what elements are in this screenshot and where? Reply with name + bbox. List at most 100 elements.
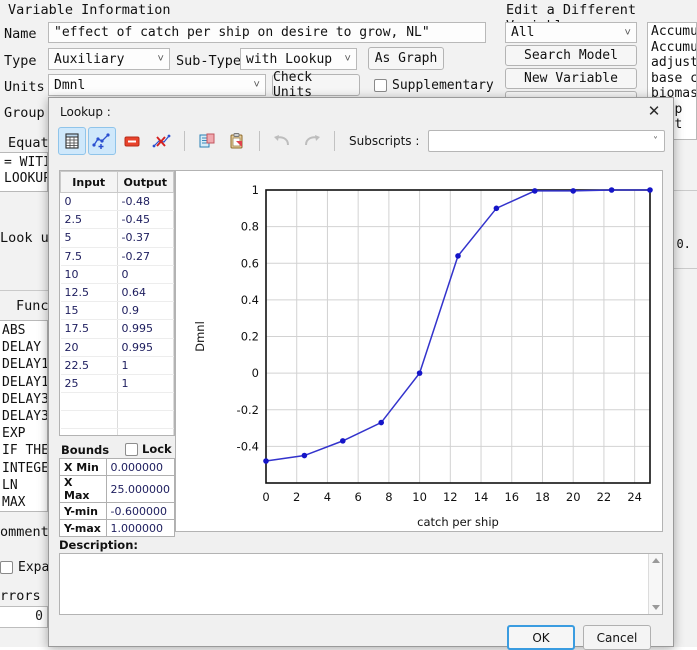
data-point[interactable]	[340, 438, 346, 444]
output-cell[interactable]	[117, 393, 174, 411]
bounds-value[interactable]: 25.000000	[106, 476, 175, 503]
input-cell[interactable]: 15	[61, 302, 118, 320]
ok-button[interactable]: OK	[507, 625, 575, 650]
table-row[interactable]: 251	[61, 374, 174, 392]
output-cell[interactable]	[117, 429, 174, 436]
bounds-row[interactable]: X Max25.000000	[60, 476, 175, 503]
input-cell[interactable]: 10	[61, 265, 118, 283]
clear-points-button[interactable]	[148, 127, 176, 155]
lock-checkbox[interactable]: Lock	[125, 442, 172, 456]
variable-list-item[interactable]: Accumul	[651, 24, 693, 40]
bounds-value[interactable]: 1.000000	[106, 520, 175, 537]
table-row[interactable]: 7.5-0.27	[61, 247, 174, 265]
input-cell[interactable]	[61, 411, 118, 429]
functions-list[interactable]: ABSDELAYDELAY1DELAY1IDELAY3DELAY3IEXPIF …	[0, 320, 48, 512]
output-cell[interactable]: -0.37	[117, 229, 174, 247]
name-field[interactable]: "effect of catch per ship on desire to g…	[48, 22, 486, 43]
new-variable-button[interactable]: New Variable	[505, 68, 637, 89]
graph-view-button[interactable]	[88, 127, 116, 155]
table-row-empty[interactable]	[61, 393, 174, 411]
data-point[interactable]	[417, 370, 423, 376]
bounds-value[interactable]: 0.000000	[106, 459, 175, 476]
table-row-empty[interactable]	[61, 411, 174, 429]
output-cell[interactable]: 0.64	[117, 283, 174, 301]
function-list-item[interactable]: LN	[2, 477, 45, 494]
data-point[interactable]	[609, 187, 615, 193]
cancel-button[interactable]: Cancel	[583, 625, 651, 650]
table-row[interactable]: 22.51	[61, 356, 174, 374]
table-row[interactable]: 200.995	[61, 338, 174, 356]
supplementary-checkbox[interactable]: Supplementary	[374, 78, 494, 93]
input-cell[interactable]: 25	[61, 374, 118, 392]
search-model-button[interactable]: Search Model	[505, 45, 637, 66]
variable-filter-select[interactable]: All ˅	[505, 22, 637, 43]
data-point[interactable]	[494, 206, 500, 212]
lookup-chart[interactable]: -0.4-0.200.20.40.60.81024681012141618202…	[175, 170, 663, 532]
table-row[interactable]: 0-0.48	[61, 193, 174, 211]
input-cell[interactable]: 5	[61, 229, 118, 247]
function-list-item[interactable]: DELAY3	[2, 391, 45, 408]
table-view-button[interactable]	[58, 127, 86, 155]
output-cell[interactable]: 0.995	[117, 338, 174, 356]
input-cell[interactable]: 22.5	[61, 356, 118, 374]
function-list-item[interactable]: MAX	[2, 494, 45, 511]
redo-button[interactable]	[298, 127, 326, 155]
function-list-item[interactable]: IF THE	[2, 442, 45, 459]
bounds-row[interactable]: Y-max1.000000	[60, 520, 175, 537]
function-list-item[interactable]: ABS	[2, 322, 45, 339]
output-cell[interactable]	[117, 411, 174, 429]
output-cell[interactable]: 0.9	[117, 302, 174, 320]
input-cell[interactable]: 17.5	[61, 320, 118, 338]
bounds-table[interactable]: X Min0.000000X Max25.000000Y-min-0.60000…	[59, 458, 175, 537]
lookup-table[interactable]: InputOutput 0-0.482.5-0.455-0.377.5-0.27…	[59, 170, 175, 436]
input-cell[interactable]: 7.5	[61, 247, 118, 265]
subscripts-select[interactable]: ˅	[428, 130, 665, 152]
function-list-item[interactable]: DELAY	[2, 339, 45, 356]
output-cell[interactable]: -0.45	[117, 211, 174, 229]
variable-list-item[interactable]: base ca	[651, 71, 693, 87]
table-row[interactable]: 12.50.64	[61, 283, 174, 301]
close-icon[interactable]: ✕	[645, 102, 663, 120]
check-units-button[interactable]: Check Units	[272, 74, 360, 96]
function-list-item[interactable]: DELAY3I	[2, 408, 45, 425]
output-cell[interactable]: 0	[117, 265, 174, 283]
description-scrollbar[interactable]	[648, 554, 662, 614]
function-list-item[interactable]: DELAY1	[2, 356, 45, 373]
scroll-up-icon[interactable]	[652, 558, 660, 563]
as-graph-button[interactable]: As Graph	[368, 47, 444, 70]
input-cell[interactable]: 0	[61, 193, 118, 211]
data-point[interactable]	[263, 458, 269, 464]
input-cell[interactable]	[61, 429, 118, 436]
bounds-row[interactable]: Y-min-0.600000	[60, 503, 175, 520]
output-cell[interactable]: 1	[117, 356, 174, 374]
units-select[interactable]: Dmnl ˅	[48, 74, 266, 96]
table-row[interactable]: 2.5-0.45	[61, 211, 174, 229]
data-point[interactable]	[378, 420, 384, 426]
output-cell[interactable]: 1	[117, 374, 174, 392]
input-cell[interactable]: 12.5	[61, 283, 118, 301]
type-select[interactable]: Auxiliary ˅	[48, 48, 170, 70]
scroll-down-icon[interactable]	[652, 605, 660, 610]
copy-button[interactable]	[193, 127, 221, 155]
variable-list-item[interactable]: Accumul	[651, 40, 693, 56]
table-row-empty[interactable]	[61, 429, 174, 436]
function-list-item[interactable]: INTEGE	[2, 460, 45, 477]
data-point[interactable]	[302, 453, 308, 459]
table-row[interactable]: 5-0.37	[61, 229, 174, 247]
subtype-select[interactable]: with Lookup ˅	[240, 48, 357, 70]
bounds-value[interactable]: -0.600000	[106, 503, 175, 520]
equation-editor[interactable]: = WITI LOOKUP	[0, 152, 48, 192]
description-input[interactable]	[59, 553, 663, 615]
function-list-item[interactable]: DELAY1I	[2, 374, 45, 391]
input-cell[interactable]	[61, 393, 118, 411]
undo-button[interactable]	[268, 127, 296, 155]
output-cell[interactable]: -0.48	[117, 193, 174, 211]
variable-list-item[interactable]: adjuste	[651, 55, 693, 71]
function-list-item[interactable]: EXP	[2, 425, 45, 442]
data-point[interactable]	[532, 188, 538, 194]
bounds-row[interactable]: X Min0.000000	[60, 459, 175, 476]
output-cell[interactable]: -0.27	[117, 247, 174, 265]
input-cell[interactable]: 2.5	[61, 211, 118, 229]
data-point[interactable]	[647, 187, 653, 193]
data-point[interactable]	[570, 188, 576, 194]
